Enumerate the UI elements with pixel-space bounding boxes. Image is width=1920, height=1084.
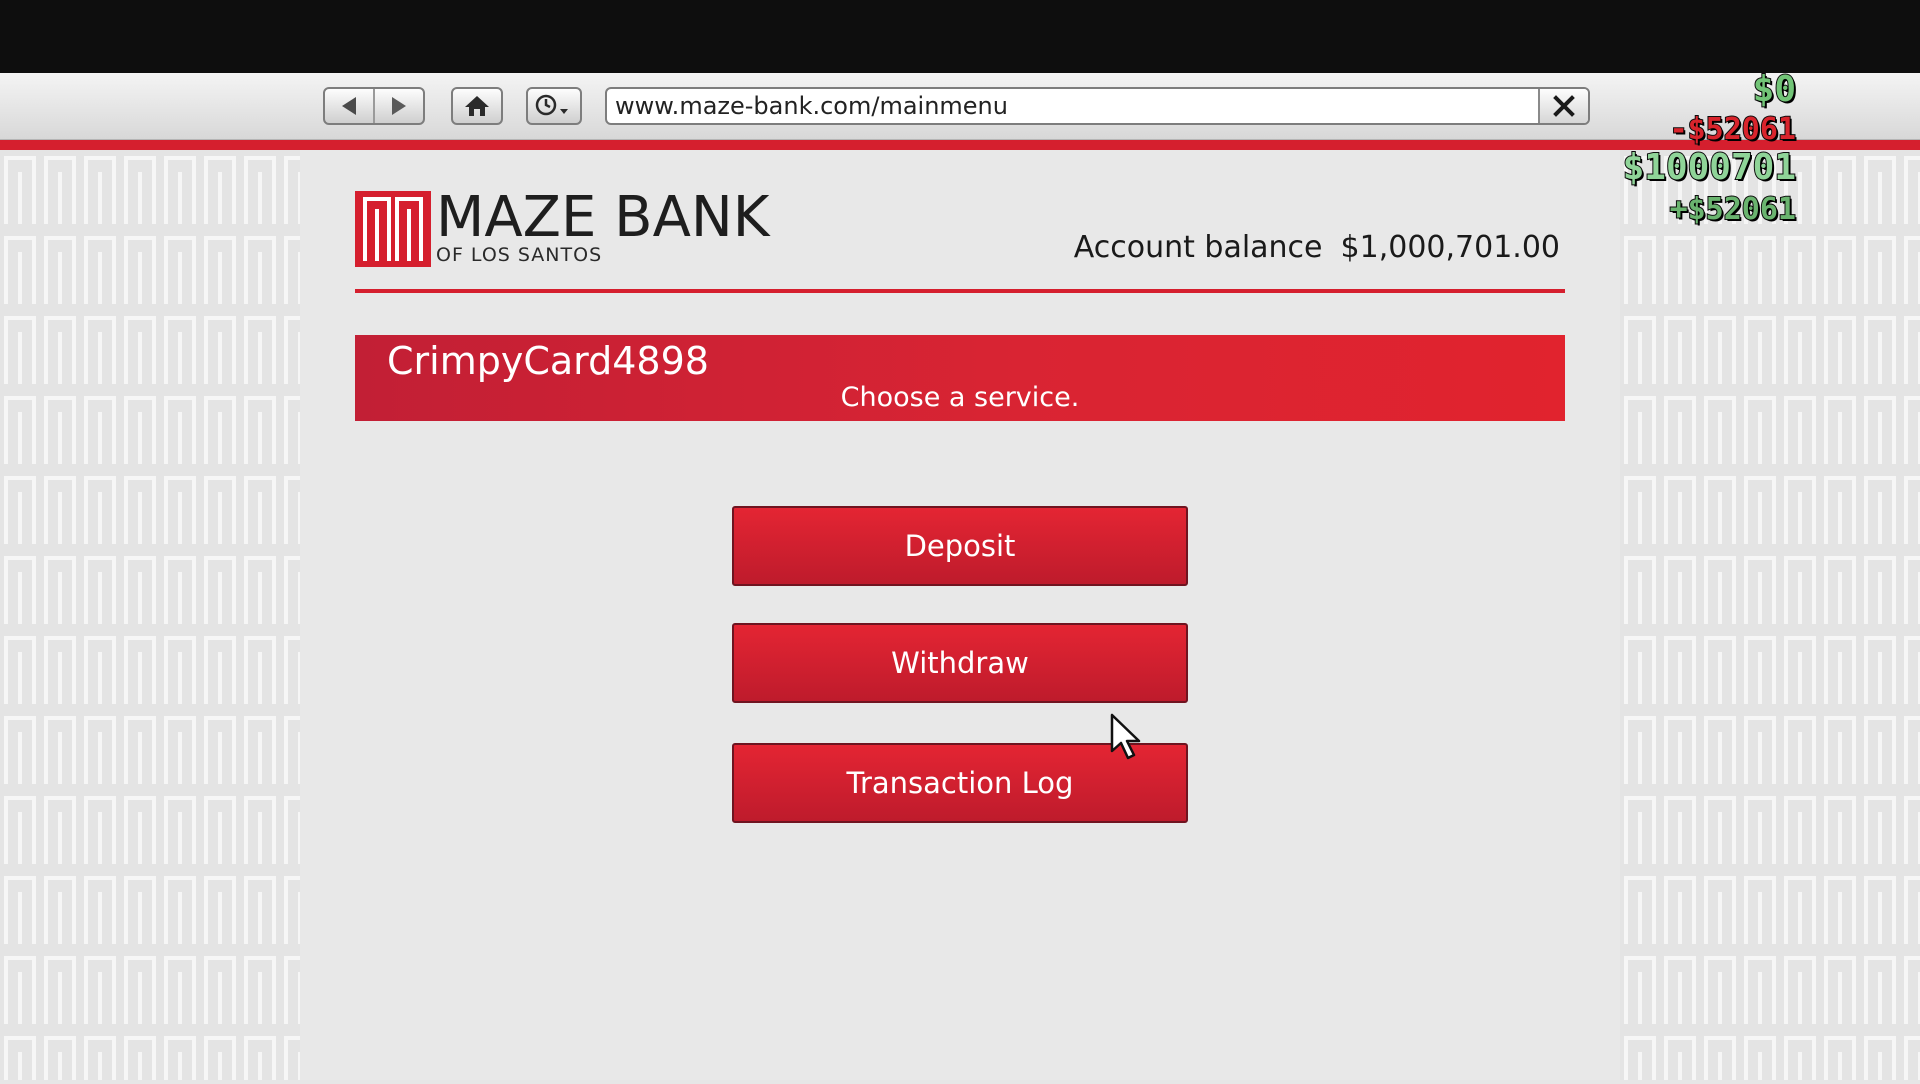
- bank-name: MAZE BANK: [436, 185, 770, 250]
- close-icon: [1553, 95, 1575, 117]
- mouse-cursor-icon: [1110, 713, 1141, 760]
- back-arrow-icon: [342, 97, 356, 115]
- account-username: CrimpyCard4898: [387, 339, 709, 383]
- balance-value: $1,000,701.00: [1340, 230, 1560, 265]
- maze-background-pattern-right: [1620, 150, 1920, 1080]
- home-button[interactable]: [451, 87, 503, 125]
- nav-button-group: [323, 87, 425, 125]
- bank-subtitle: OF LOS SANTOS: [436, 244, 603, 266]
- back-button[interactable]: [325, 89, 373, 123]
- url-text[interactable]: www.maze-bank.com/mainmenu: [607, 89, 1538, 123]
- deposit-button[interactable]: Deposit: [732, 506, 1188, 586]
- hud-cash-change: -$52061: [1669, 111, 1797, 148]
- hud-bank: $1000701: [1622, 147, 1797, 189]
- address-bar[interactable]: www.maze-bank.com/mainmenu: [605, 87, 1590, 125]
- maze-background-pattern-left: [0, 150, 300, 1080]
- balance-label: Account balance: [1073, 230, 1323, 265]
- maze-pattern-graphic: [0, 150, 300, 1080]
- maze-pattern-graphic: [1620, 150, 1920, 1080]
- hud-bank-change: +$52061: [1669, 191, 1797, 228]
- history-button[interactable]: [526, 87, 582, 125]
- forward-button[interactable]: [373, 89, 423, 123]
- money-hud: $0 -$52061 $1000701 +$52061: [1622, 69, 1797, 229]
- top-letterbox-bar: [0, 0, 1920, 73]
- history-clock-icon: [535, 94, 568, 116]
- close-browser-button[interactable]: [1538, 89, 1588, 123]
- service-prompt: Choose a service.: [840, 382, 1080, 413]
- header-divider: [355, 289, 1565, 293]
- forward-arrow-icon: [392, 97, 406, 115]
- account-balance: Account balance $1,000,701.00: [1074, 230, 1560, 265]
- hud-cash: $0: [1752, 69, 1797, 111]
- home-icon: [465, 96, 489, 116]
- withdraw-button[interactable]: Withdraw: [732, 623, 1188, 703]
- user-banner: CrimpyCard4898 Choose a service.: [355, 335, 1565, 421]
